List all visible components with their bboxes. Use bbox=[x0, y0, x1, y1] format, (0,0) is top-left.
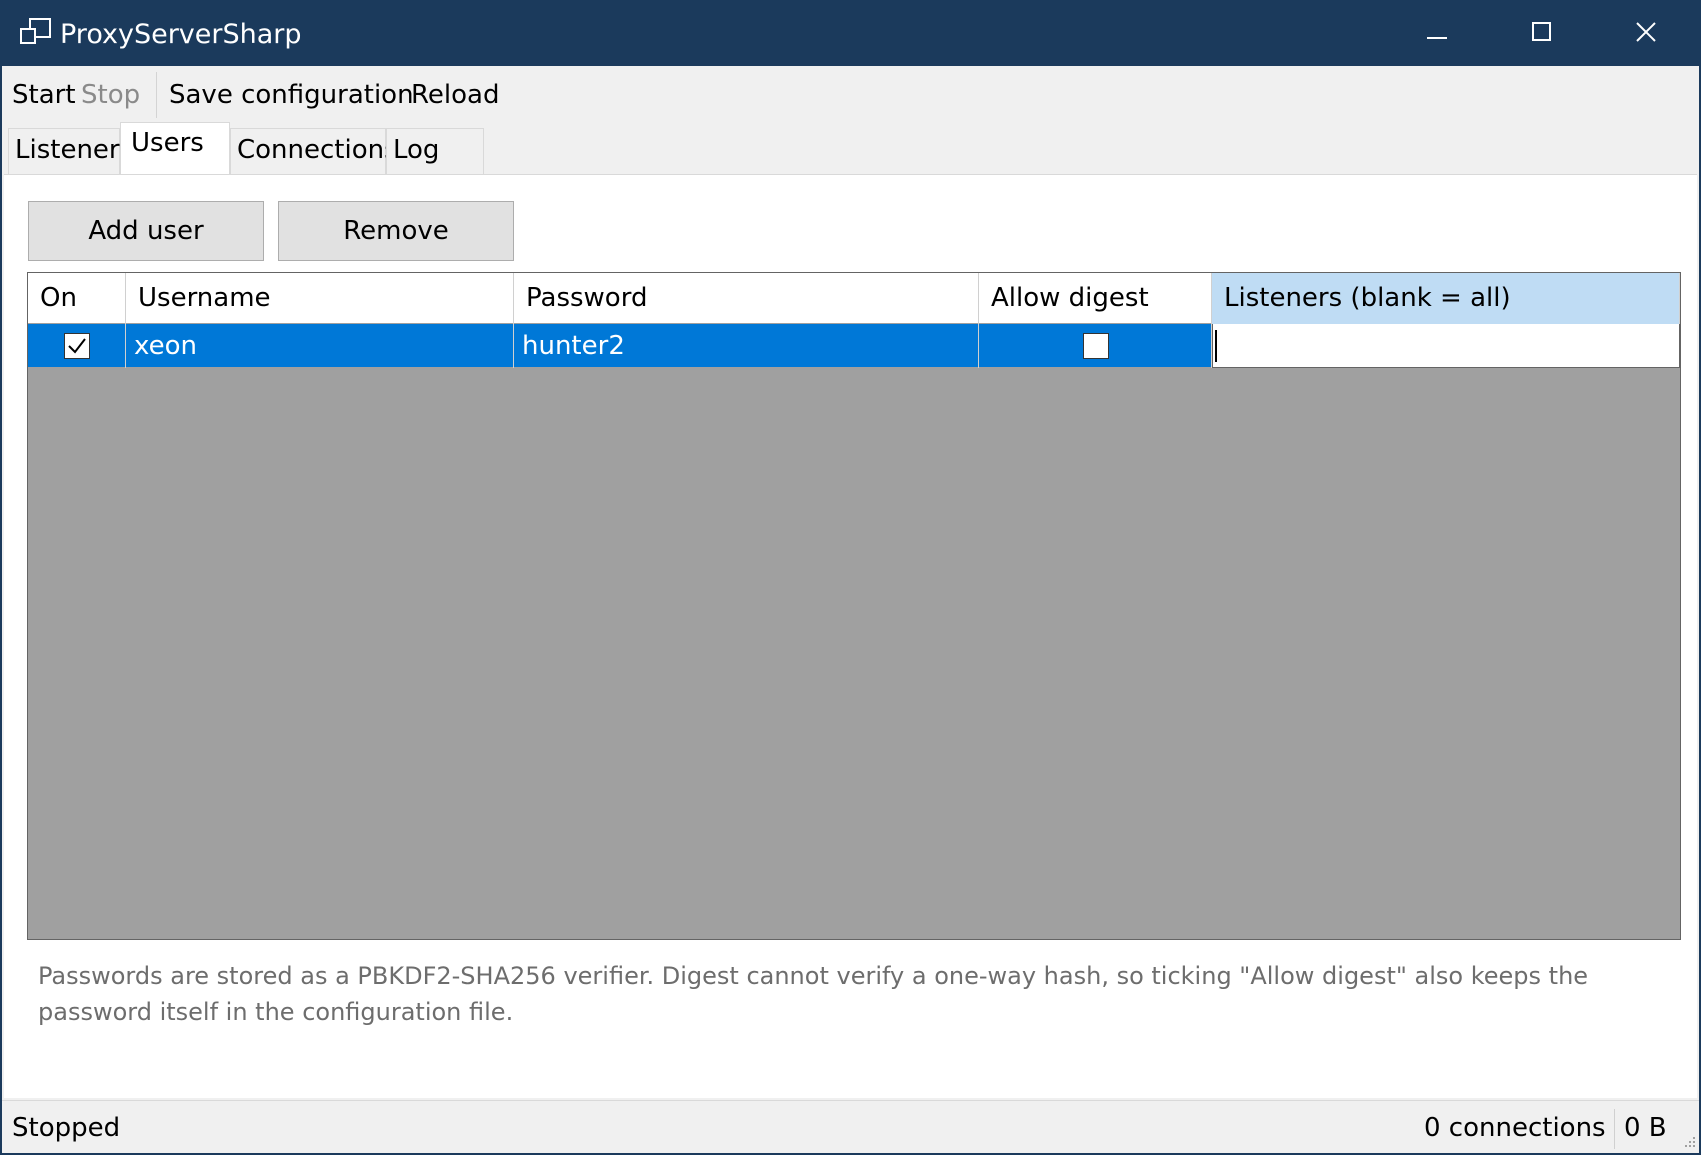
cell-listeners-editor[interactable] bbox=[1212, 324, 1680, 368]
cell-on[interactable] bbox=[28, 324, 126, 368]
save-configuration-menu-item[interactable]: Save configuration bbox=[169, 78, 414, 112]
cell-username[interactable]: xeon bbox=[126, 324, 514, 368]
text-caret bbox=[1215, 330, 1217, 362]
minimize-button[interactable] bbox=[1386, 2, 1490, 66]
resize-grip-icon[interactable] bbox=[1681, 1133, 1697, 1149]
app-window: ProxyServerSharp Start Stop Save configu… bbox=[0, 0, 1701, 1155]
bytes-transferred: 0 B bbox=[1624, 1113, 1667, 1143]
cell-password[interactable]: hunter2 bbox=[514, 324, 979, 368]
password-storage-note: Passwords are stored as a PBKDF2-SHA256 … bbox=[38, 962, 1589, 1026]
tab-log[interactable]: Log bbox=[386, 128, 484, 174]
start-menu-item[interactable]: Start bbox=[12, 78, 76, 112]
menu-separator bbox=[156, 72, 157, 118]
maximize-icon bbox=[1532, 22, 1552, 46]
column-header-password[interactable]: Password bbox=[514, 273, 979, 324]
reload-menu-item[interactable]: Reload bbox=[411, 78, 499, 112]
add-user-button[interactable]: Add user bbox=[28, 201, 264, 261]
tab-connections[interactable]: Connections bbox=[230, 128, 398, 174]
remove-button[interactable]: Remove bbox=[278, 201, 514, 261]
grid-header: On Username Password Allow digest Listen… bbox=[28, 273, 1680, 324]
title-bar[interactable]: ProxyServerSharp bbox=[2, 2, 1699, 66]
tab-strip: Listeners Users Connections Log bbox=[2, 122, 1699, 174]
column-header-allow-digest[interactable]: Allow digest bbox=[979, 273, 1212, 324]
close-icon bbox=[1635, 21, 1657, 47]
on-checkbox[interactable] bbox=[64, 333, 90, 359]
users-grid[interactable]: On Username Password Allow digest Listen… bbox=[27, 272, 1681, 940]
users-tab-page: Add user Remove On Username Password All… bbox=[4, 174, 1697, 1098]
status-separator bbox=[1614, 1109, 1615, 1149]
minimize-icon bbox=[1427, 25, 1449, 44]
maximize-button[interactable] bbox=[1490, 2, 1594, 66]
stop-menu-item[interactable]: Stop bbox=[81, 78, 140, 112]
tab-listeners[interactable]: Listeners bbox=[8, 128, 133, 174]
close-button[interactable] bbox=[1594, 2, 1698, 66]
table-row[interactable]: xeon hunter2 bbox=[28, 324, 1680, 368]
cell-allow-digest[interactable] bbox=[979, 324, 1212, 368]
tab-users[interactable]: Users bbox=[120, 122, 230, 174]
status-bar: Stopped 0 connections 0 B bbox=[2, 1100, 1699, 1153]
windows-icon bbox=[19, 18, 53, 48]
column-header-listeners[interactable]: Listeners (blank = all) bbox=[1212, 273, 1680, 324]
window-title: ProxyServerSharp bbox=[60, 19, 302, 50]
server-state: Stopped bbox=[12, 1113, 121, 1143]
column-header-on[interactable]: On bbox=[28, 273, 126, 324]
check-icon bbox=[68, 338, 86, 354]
connections-count: 0 connections bbox=[1424, 1113, 1606, 1143]
menu-bar: Start Stop Save configuration Reload bbox=[2, 66, 1699, 124]
column-header-username[interactable]: Username bbox=[126, 273, 514, 324]
allow-digest-checkbox[interactable] bbox=[1083, 333, 1109, 359]
